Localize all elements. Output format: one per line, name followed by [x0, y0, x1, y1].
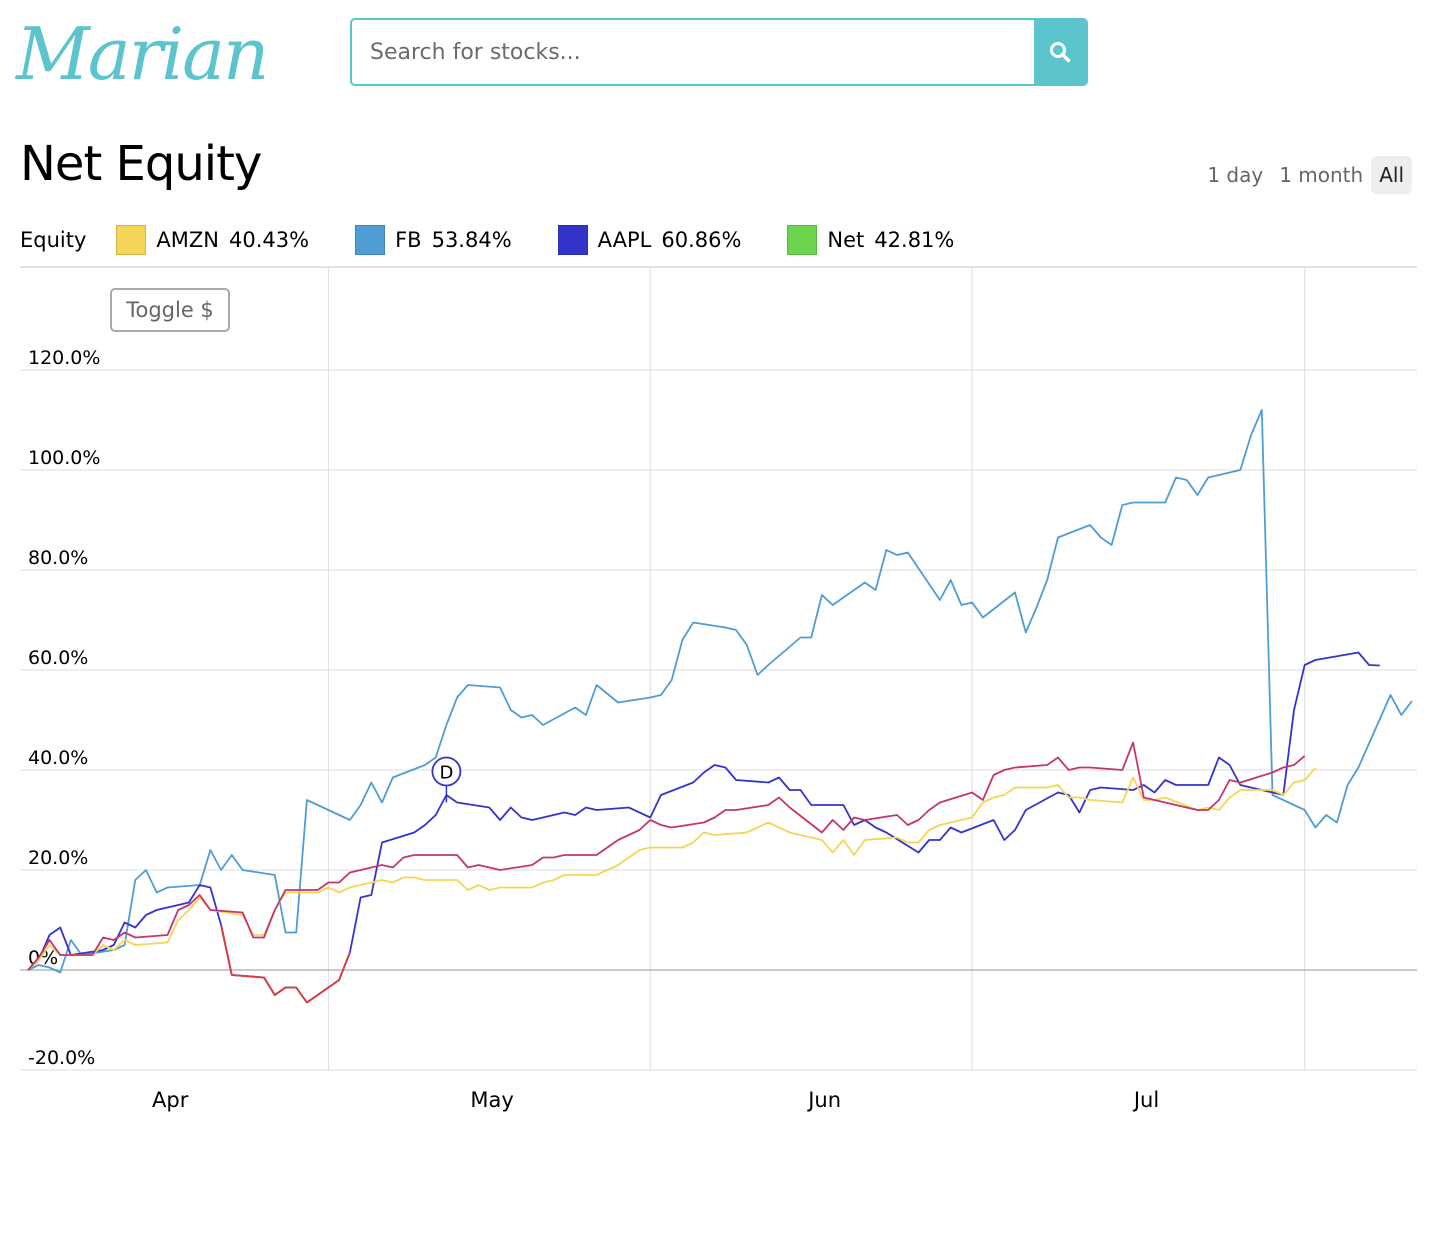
range-1-day-button[interactable]: 1 day: [1199, 156, 1271, 194]
legend-swatch-net: [787, 225, 818, 255]
legend-item-aapl[interactable]: AAPL 60.86%: [557, 225, 742, 255]
annotation-label: D: [439, 763, 453, 784]
series-line-aapl-negative: [220, 924, 351, 1004]
legend-value: 42.81%: [874, 228, 955, 252]
toggle-dollar-button[interactable]: Toggle $: [110, 288, 230, 332]
legend-symbol: Net: [827, 228, 865, 252]
x-tick-label: May: [470, 1088, 513, 1112]
y-tick-label: 20.0%: [28, 847, 88, 869]
y-tick-label: -20.0%: [28, 1047, 95, 1069]
legend-symbol: FB: [395, 228, 422, 252]
net-equity-chart[interactable]: -20.0%0%20.0%40.0%60.0%80.0%100.0%120.0%…: [0, 268, 1436, 1138]
search-input[interactable]: [352, 20, 1036, 84]
series-line-fb: [27, 409, 1413, 974]
y-tick-label: 60.0%: [28, 647, 88, 669]
legend-item-amzn[interactable]: AMZN 40.43%: [116, 225, 309, 255]
x-tick-label: Jun: [806, 1088, 841, 1112]
legend-swatch-amzn: [116, 225, 147, 255]
chart-legend: Equity AMZN 40.43% FB 53.84% AAPL 60.86%…: [20, 220, 1000, 260]
y-tick-label: 100.0%: [28, 447, 100, 469]
search-icon: [1050, 42, 1071, 63]
y-tick-label: 80.0%: [28, 547, 88, 569]
legend-value: 40.43%: [229, 228, 310, 252]
page-title: Net Equity: [20, 136, 262, 192]
range-1-month-button[interactable]: 1 month: [1271, 156, 1371, 194]
y-tick-label: 120.0%: [28, 347, 100, 369]
legend-symbol: AMZN: [156, 228, 219, 252]
legend-title: Equity: [20, 228, 87, 252]
legend-value: 53.84%: [431, 228, 512, 252]
legend-item-net[interactable]: Net 42.81%: [787, 225, 954, 255]
y-tick-label: 40.0%: [28, 747, 88, 769]
series-line-aapl: [27, 651, 1380, 1004]
series-line-net: [27, 741, 1306, 971]
legend-symbol: AAPL: [597, 228, 652, 252]
legend-value: 60.86%: [661, 228, 742, 252]
search-button[interactable]: [1034, 20, 1086, 84]
x-tick-label: Apr: [152, 1088, 189, 1112]
legend-swatch-fb: [355, 225, 386, 255]
time-range-selector: 1 day 1 month All: [1199, 156, 1412, 194]
marian-logo[interactable]: Marian: [16, 4, 269, 104]
search-box: [350, 18, 1088, 86]
x-tick-label: Jul: [1132, 1088, 1159, 1112]
legend-swatch-aapl: [557, 225, 588, 255]
range-all-button[interactable]: All: [1371, 156, 1412, 194]
legend-item-fb[interactable]: FB 53.84%: [355, 225, 512, 255]
